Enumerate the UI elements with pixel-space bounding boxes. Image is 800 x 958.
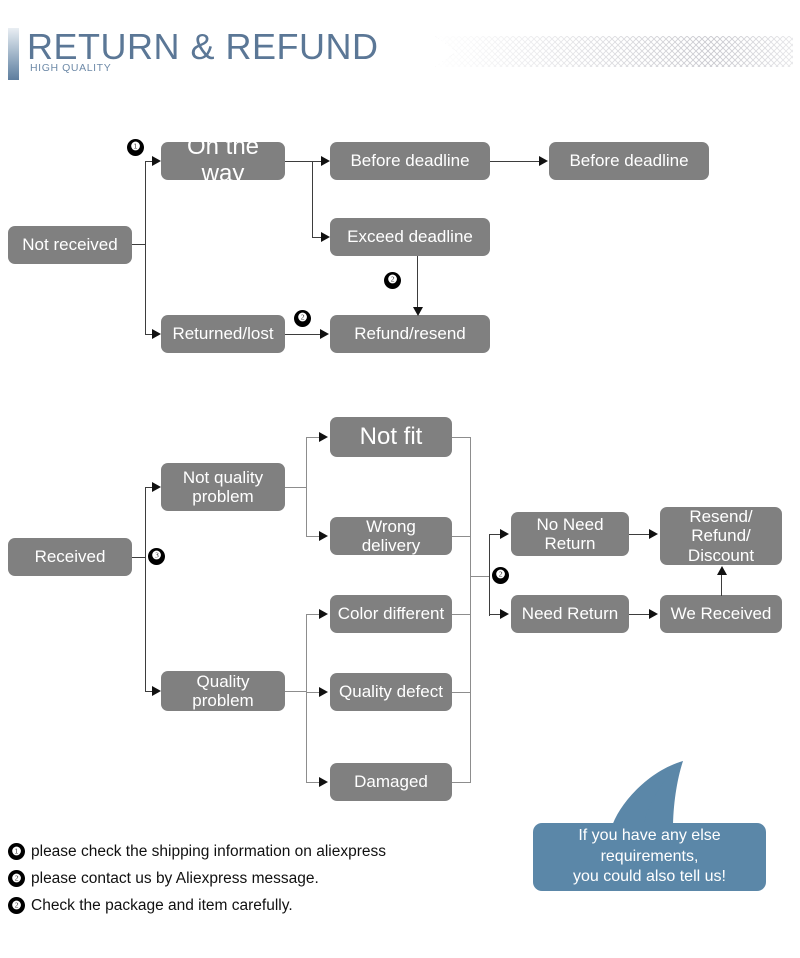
connector-exceed-to-refund [417, 256, 419, 311]
legend-item: ❷ please contact us by Aliexpress messag… [8, 865, 478, 892]
connector-bus-vertical-1 [145, 161, 147, 334]
connector-we-received-to-resend [721, 574, 723, 596]
connector-not-fit-out [452, 437, 471, 439]
arrow-to-need-return [500, 609, 509, 619]
node-color-different[interactable]: Color different [330, 595, 452, 633]
legend-badge: ❶ [8, 843, 25, 860]
bubble-text: If you have any else requirements, you c… [533, 823, 766, 891]
connector-color-different-out [452, 614, 471, 616]
connector-bus-merge [470, 437, 472, 783]
node-not-received[interactable]: Not received [8, 226, 132, 264]
node-resend-refund-discount[interactable]: Resend/ Refund/ Discount [660, 507, 782, 565]
connector-quality-defect-out [452, 692, 471, 694]
node-not-quality-problem[interactable]: Not quality problem [161, 463, 285, 511]
node-on-the-way[interactable]: On the way [161, 133, 285, 187]
node-damaged[interactable]: Damaged [330, 763, 452, 801]
legend-text: please check the shipping information on… [31, 842, 386, 860]
node-quality-problem[interactable]: Quality problem [161, 671, 285, 711]
connector-merge-out [470, 576, 490, 578]
arrow-exceed-to-refund [413, 307, 423, 316]
connector-bus-received [145, 487, 147, 691]
connector-damaged-out [452, 782, 471, 784]
legend-badge: ❷ [8, 870, 25, 887]
node-returned-lost[interactable]: Returned/lost [161, 315, 285, 353]
page-root: RETURN & REFUND HIGH QUALITY Not receive… [0, 0, 800, 958]
arrow-to-quality-problem [152, 686, 161, 696]
arrow-to-wrong-delivery [319, 531, 328, 541]
node-before-deadline-1[interactable]: Before deadline [330, 142, 490, 180]
connector-not-received-out [132, 244, 146, 246]
node-wrong-delivery[interactable]: Wrong delivery [330, 517, 452, 555]
arrow-before-deadline-chain [539, 156, 548, 166]
title-accent-bar [8, 28, 19, 80]
legend-badge: ❷ [8, 897, 25, 914]
decorative-ribbon [435, 36, 793, 67]
arrow-to-on-the-way [152, 156, 161, 166]
node-before-deadline-2[interactable]: Before deadline [549, 142, 709, 180]
arrow-to-color-different [319, 609, 328, 619]
badge-received-split: ❸ [148, 548, 165, 565]
connector-bus-return-split [489, 534, 491, 616]
arrow-to-returned-lost [152, 329, 161, 339]
connector-received-out [132, 557, 146, 559]
node-we-received[interactable]: We Received [660, 595, 782, 633]
arrow-to-not-fit [319, 432, 328, 442]
node-received[interactable]: Received [8, 538, 132, 576]
node-exceed-deadline[interactable]: Exceed deadline [330, 218, 490, 256]
arrow-we-received-to-resend [717, 566, 727, 575]
connector-on-the-way-out [285, 161, 313, 163]
page-header: RETURN & REFUND HIGH QUALITY [0, 0, 800, 105]
page-subtitle: HIGH QUALITY [30, 62, 112, 74]
bubble-tail-icon [611, 761, 683, 829]
badge-exceed-to-refund: ❷ [384, 272, 401, 289]
arrow-to-before-deadline-1 [321, 156, 330, 166]
callout-bubble: If you have any else requirements, you c… [525, 755, 785, 915]
arrow-need-return-to-we-received [649, 609, 658, 619]
badge-returned-to-refund: ❷ [294, 310, 311, 327]
connector-bus-quality-problem [306, 614, 308, 782]
node-refund-resend[interactable]: Refund/resend [330, 315, 490, 353]
legend-list: ❶ please check the shipping information … [8, 838, 478, 919]
connector-need-return-to-we-received [629, 614, 651, 616]
arrow-to-not-quality [152, 482, 161, 492]
badge-not-received-split: ❶ [127, 139, 144, 156]
connector-not-quality-out [285, 487, 307, 489]
node-not-fit[interactable]: Not fit [330, 417, 452, 457]
legend-item: ❶ please check the shipping information … [8, 838, 478, 865]
connector-no-need-to-resend [629, 534, 651, 536]
legend-text: Check the package and item carefully. [31, 896, 293, 914]
legend-item: ❷ Check the package and item carefully. [8, 892, 478, 919]
arrow-to-quality-defect [319, 687, 328, 697]
arrow-to-no-need-return [500, 529, 509, 539]
legend-text: please contact us by Aliexpress message. [31, 869, 319, 887]
connector-returned-to-refund [285, 334, 321, 336]
arrow-to-exceed-deadline [321, 232, 330, 242]
badge-return-split: ❷ [492, 567, 509, 584]
connector-bus-not-quality [306, 437, 308, 537]
arrow-to-damaged [319, 777, 328, 787]
node-need-return[interactable]: Need Return [511, 595, 629, 633]
connector-quality-problem-out [285, 691, 307, 693]
connector-wrong-delivery-out [452, 536, 471, 538]
arrow-no-need-to-resend [649, 529, 658, 539]
node-no-need-return[interactable]: No Need Return [511, 512, 629, 556]
node-quality-defect[interactable]: Quality defect [330, 673, 452, 711]
arrow-returned-to-refund [320, 329, 329, 339]
connector-bus-vertical-2 [312, 161, 314, 237]
connector-before-deadline-chain [490, 161, 540, 163]
